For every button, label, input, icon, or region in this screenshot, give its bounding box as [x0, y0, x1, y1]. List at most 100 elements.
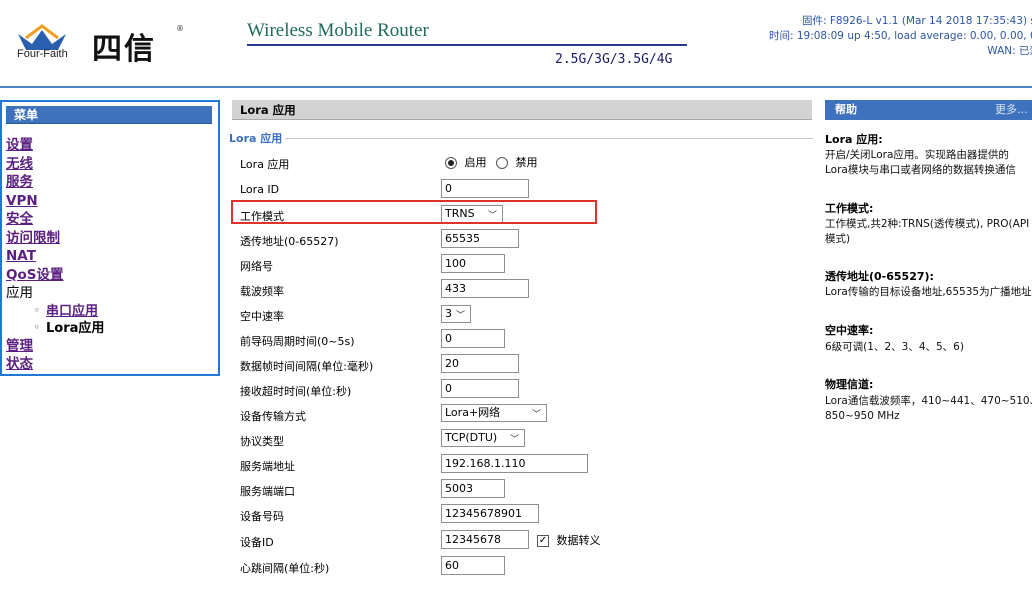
- net-id-input[interactable]: 100: [441, 254, 505, 273]
- field-label: 设备传输方式: [240, 410, 306, 423]
- row-heartbeat: 心跳间隔(单位:秒) 60: [240, 556, 800, 578]
- help-section-title: 工作模式:: [825, 202, 874, 215]
- field-label: 设备ID: [240, 536, 274, 549]
- device-id-input[interactable]: 12345678: [441, 530, 529, 549]
- title-divider: [247, 44, 687, 46]
- app-title: Wireless Mobile Router: [247, 20, 429, 41]
- help-more-link[interactable]: 更多...: [995, 100, 1028, 120]
- row-rx-timeout: 接收超时时间(单位:秒) 0: [240, 379, 800, 401]
- field-label: 载波频率: [240, 285, 284, 298]
- lora-id-input[interactable]: 0: [441, 179, 529, 198]
- menu-item-services[interactable]: 服务: [6, 173, 104, 192]
- bullet-icon: ◦: [34, 322, 40, 333]
- field-label: 前导码周期时间(0~5s): [240, 335, 355, 348]
- field-label: 服务端地址: [240, 460, 295, 473]
- chevron-down-icon: ﹀: [487, 211, 497, 221]
- registered-mark: ®: [176, 24, 184, 33]
- header-divider: [0, 86, 1032, 88]
- select-value: TCP(DTU): [445, 431, 498, 444]
- chevron-down-icon: ﹀: [509, 435, 519, 445]
- help-section-title: Lora 应用:: [825, 133, 883, 146]
- help-section-title: 物理信道:: [825, 378, 874, 391]
- server-addr-input[interactable]: 192.168.1.110: [441, 454, 588, 473]
- menu-item-applications[interactable]: 应用: [6, 284, 104, 303]
- help-line: 850~950 MHz: [825, 410, 900, 422]
- menu-item-security[interactable]: 安全: [6, 210, 104, 229]
- field-label: 协议类型: [240, 435, 284, 448]
- time-info: 时间: 19:08:09 up 4:50, load average: 0.00…: [768, 30, 1032, 42]
- row-lora-id: Lora ID 0: [240, 179, 800, 201]
- select-value: Lora+网络: [445, 406, 501, 419]
- wan-info: WAN: 已禁: [987, 45, 1032, 57]
- select-value: TRNS: [445, 207, 475, 220]
- field-label: 服务端端口: [240, 485, 295, 498]
- status-info: 固件: F8926-L v1.1 (Mar 14 2018 17:35:43) …: [700, 14, 1032, 59]
- help-section-text: 开启/关闭Lora应用。实现路由器提供的 Lora模块与串口或者网络的数据转换通…: [825, 148, 1032, 178]
- menu-list: 设置 无线 服务 VPN 安全 访问限制 NAT QoS设置 应用 ◦ 串口应用 …: [6, 136, 104, 374]
- help-line: 6级可调(1、2、3、4、5、6): [825, 341, 964, 353]
- bullet-icon: ◦: [34, 305, 40, 316]
- work-mode-select[interactable]: TRNS ﹀: [441, 205, 503, 223]
- row-net-id: 网络号 100: [240, 254, 800, 276]
- frame-interval-input[interactable]: 20: [441, 354, 519, 373]
- menu-item-access-restrictions[interactable]: 访问限制: [6, 229, 104, 248]
- rx-timeout-input[interactable]: 0: [441, 379, 519, 398]
- menu-item-setup[interactable]: 设置: [6, 136, 104, 155]
- main-panel-title: Lora 应用: [232, 100, 812, 120]
- menu-item-qos[interactable]: QoS设置: [6, 266, 104, 285]
- chevron-down-icon: ﹀: [455, 311, 465, 321]
- radio-disable[interactable]: [496, 157, 508, 169]
- help-section-text: Lora通信载波频率，410~441、470~510、 850~950 MHz: [825, 394, 1032, 424]
- field-label: 透传地址(0-65527): [240, 235, 339, 248]
- row-air-rate: 空中速率 3 ﹀: [240, 304, 800, 326]
- device-no-input[interactable]: 12345678901: [441, 504, 539, 523]
- sidebar-menu: 菜单 设置 无线 服务 VPN 安全 访问限制 NAT QoS设置 应用 ◦ 串口…: [0, 100, 220, 376]
- menu-item-status[interactable]: 状态: [6, 355, 104, 374]
- server-port-input[interactable]: 5003: [441, 479, 505, 498]
- chevron-down-icon: ﹀: [531, 410, 541, 420]
- row-device-id: 设备ID 12345678 ✓ 数据转义: [240, 530, 800, 552]
- help-section-text: 6级可调(1、2、3、4、5、6): [825, 340, 1032, 355]
- row-protocol: 协议类型 TCP(DTU) ﹀: [240, 429, 800, 451]
- menu-item-administration[interactable]: 管理: [6, 337, 104, 356]
- field-label: 数据帧时间间隔(单位:毫秒): [240, 360, 374, 373]
- submenu-item-serial-app[interactable]: ◦ 串口应用: [6, 303, 104, 320]
- help-line: Lora传输的目标设备地址,65535为广播地址: [825, 286, 1032, 298]
- preamble-input[interactable]: 0: [441, 329, 505, 348]
- data-escape-checkbox[interactable]: ✓: [537, 535, 549, 547]
- help-line: 模式): [825, 233, 851, 245]
- help-line: 工作模式,共2种:TRNS(透传模式), PRO(API: [825, 218, 1030, 230]
- logo-brand-en: Four-Faith: [17, 48, 68, 60]
- logo-brand-cn: 四信: [92, 32, 156, 67]
- field-label: Lora ID: [240, 183, 280, 196]
- submenu-item-lora-app[interactable]: ◦ Lora应用: [6, 320, 104, 337]
- radio-enable-label: 启用: [464, 156, 487, 169]
- menu-item-wireless[interactable]: 无线: [6, 155, 104, 174]
- app-subtitle: 2.5G/3G/3.5G/4G: [555, 52, 673, 67]
- row-server-addr: 服务端地址 192.168.1.110: [240, 454, 800, 476]
- row-lora-app: Lora 应用 启用 禁用: [240, 152, 800, 174]
- field-label: 心跳间隔(单位:秒): [240, 562, 330, 575]
- radio-enable[interactable]: [445, 157, 457, 169]
- data-escape-label: 数据转义: [556, 534, 601, 547]
- protocol-select[interactable]: TCP(DTU) ﹀: [441, 429, 525, 447]
- heartbeat-input[interactable]: 60: [441, 556, 505, 575]
- field-label: Lora 应用: [240, 158, 290, 171]
- carrier-freq-input[interactable]: 433: [441, 279, 529, 298]
- menu-item-vpn[interactable]: VPN: [6, 192, 104, 211]
- field-label: 网络号: [240, 260, 273, 273]
- menu-item-nat[interactable]: NAT: [6, 247, 104, 266]
- field-label: 设备号码: [240, 510, 284, 523]
- transfer-mode-select[interactable]: Lora+网络 ﹀: [441, 404, 547, 422]
- row-server-port: 服务端端口 5003: [240, 479, 800, 501]
- row-preamble: 前导码周期时间(0~5s) 0: [240, 329, 800, 351]
- radio-disable-label: 禁用: [515, 156, 538, 169]
- help-line: 开启/关闭Lora应用。实现路由器提供的: [825, 149, 1009, 161]
- submenu-label: Lora应用: [46, 320, 105, 336]
- help-line: Lora模块与串口或者网络的数据转换通信: [825, 164, 1016, 176]
- help-line: Lora通信载波频率，410~441、470~510、: [825, 395, 1032, 407]
- submenu-label: 串口应用: [46, 303, 99, 319]
- trans-addr-input[interactable]: 65535: [441, 229, 519, 248]
- air-rate-select[interactable]: 3 ﹀: [441, 305, 471, 323]
- row-trans-addr: 透传地址(0-65527) 65535: [240, 229, 800, 251]
